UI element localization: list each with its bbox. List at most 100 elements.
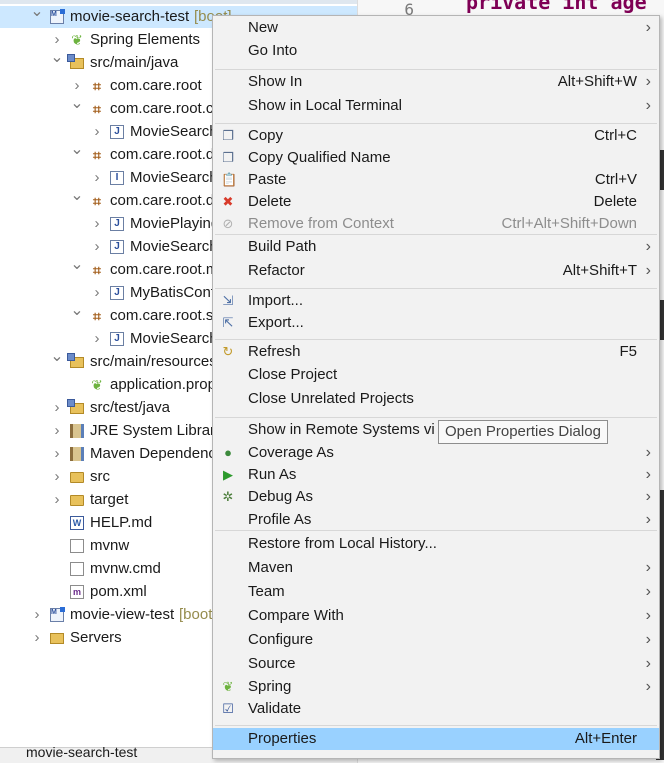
submenu-arrow-icon: › xyxy=(645,583,651,600)
coverage-icon: ● xyxy=(224,445,232,460)
chevron-down-icon[interactable]: ⌄ xyxy=(50,346,64,368)
submenu-arrow-icon: › xyxy=(645,678,651,695)
spring-icon: ❦ xyxy=(222,679,234,694)
menu-separator xyxy=(215,725,657,726)
submenu-arrow-icon: › xyxy=(645,97,651,114)
tree-item-label: src/main/resources xyxy=(90,353,217,370)
package-icon: ⌗ xyxy=(93,147,101,163)
menu-item-team[interactable]: Team › xyxy=(213,581,659,603)
menu-item-shortcut: Ctrl+Alt+Shift+Down xyxy=(501,215,637,232)
import-icon: ⇲ xyxy=(222,293,234,308)
chevron-down-icon[interactable]: ⌄ xyxy=(70,254,84,276)
menu-item-shortcut: Ctrl+V xyxy=(594,171,637,188)
menu-item-label: Paste xyxy=(248,171,287,188)
spring-project-icon: M xyxy=(50,607,65,622)
chevron-down-icon[interactable]: ⌄ xyxy=(70,93,84,115)
menu-item-delete[interactable]: ✖ Delete Delete xyxy=(213,191,659,213)
chevron-down-icon[interactable]: ⌄ xyxy=(50,47,64,69)
menu-item-coverage-as[interactable]: ● Coverage As › xyxy=(213,442,659,464)
menu-item-restore-from-local-history[interactable]: Restore from Local History... xyxy=(213,533,659,555)
source-folder-icon xyxy=(67,353,84,368)
java-interface-icon: I xyxy=(110,171,124,185)
menu-item-close-unrelated-projects[interactable]: Close Unrelated Projects xyxy=(213,388,659,410)
chevron-right-icon[interactable]: › xyxy=(30,627,44,649)
menu-item-run-as[interactable]: ▶ Run As › xyxy=(213,464,659,486)
chevron-right-icon[interactable]: › xyxy=(50,397,64,419)
submenu-arrow-icon: › xyxy=(645,631,651,648)
spring-project-icon: M xyxy=(50,9,65,24)
submenu-arrow-icon: › xyxy=(645,262,651,279)
menu-item-debug-as[interactable]: ✲ Debug As › xyxy=(213,486,659,508)
menu-item-label: Coverage As xyxy=(248,444,334,461)
validate-checkbox-icon: ☑ xyxy=(222,701,234,716)
menu-item-spring[interactable]: ❦ Spring › xyxy=(213,676,659,698)
submenu-arrow-icon: › xyxy=(645,511,651,528)
menu-item-label: Go Into xyxy=(248,42,298,59)
menu-item-remove-from-context: ⊘ Remove from Context Ctrl+Alt+Shift+Down xyxy=(213,213,659,235)
menu-item-label: Debug As xyxy=(248,488,314,505)
copy-qualified-icon: ❐ xyxy=(222,150,234,165)
tree-item-label: Spring Elements xyxy=(90,31,201,48)
folder-icon xyxy=(70,472,84,483)
tree-item-label: src xyxy=(90,468,110,485)
menu-item-compare-with[interactable]: Compare With › xyxy=(213,605,659,627)
java-file-icon: J xyxy=(110,240,124,254)
menu-item-label: Copy Qualified Name xyxy=(248,149,391,166)
context-menu: New › Go Into Show In Alt+Shift+W › Show in Lo… xyxy=(212,15,660,759)
chevron-right-icon[interactable]: › xyxy=(90,282,104,304)
chevron-down-icon[interactable]: ⌄ xyxy=(30,1,44,23)
chevron-right-icon[interactable]: › xyxy=(90,328,104,350)
menu-item-go-into[interactable]: Go Into xyxy=(213,40,659,62)
menu-item-build-path[interactable]: Build Path › xyxy=(213,236,659,258)
chevron-down-icon[interactable]: ⌄ xyxy=(70,185,84,207)
tree-item-label: Maven Dependencie xyxy=(90,445,228,462)
package-icon: ⌗ xyxy=(93,308,101,324)
refresh-icon: ↻ xyxy=(222,344,234,359)
source-folder-icon xyxy=(67,54,84,69)
menu-item-copy-qualified-name[interactable]: ❐ Copy Qualified Name xyxy=(213,147,659,169)
folder-icon xyxy=(70,495,84,506)
menu-item-import[interactable]: ⇲ Import... xyxy=(213,290,659,312)
chevron-right-icon[interactable]: › xyxy=(90,121,104,143)
code-line: private int age xyxy=(466,0,647,14)
chevron-down-icon[interactable]: ⌄ xyxy=(70,300,84,322)
menu-item-profile-as[interactable]: Profile As › xyxy=(213,509,659,531)
menu-item-show-in-local-terminal[interactable]: Show in Local Terminal › xyxy=(213,95,659,117)
menu-item-validate[interactable]: ☑ Validate xyxy=(213,698,659,720)
menu-item-show-in[interactable]: Show In Alt+Shift+W › xyxy=(213,71,659,93)
chevron-right-icon[interactable]: › xyxy=(30,604,44,626)
menu-item-configure[interactable]: Configure › xyxy=(213,629,659,651)
menu-item-refresh[interactable]: ↻ Refresh F5 xyxy=(213,341,659,363)
menu-separator xyxy=(215,417,657,418)
tree-item-label: mvnw.cmd xyxy=(90,560,161,577)
chevron-right-icon[interactable]: › xyxy=(90,167,104,189)
chevron-down-icon[interactable]: ⌄ xyxy=(70,139,84,161)
menu-item-paste[interactable]: 📋 Paste Ctrl+V xyxy=(213,169,659,191)
menu-item-new[interactable]: New › xyxy=(213,17,659,39)
menu-item-export[interactable]: ⇱ Export... xyxy=(213,312,659,334)
menu-item-shortcut: Delete xyxy=(593,193,637,210)
menu-item-source[interactable]: Source › xyxy=(213,653,659,675)
menu-item-properties[interactable]: Properties Alt+Enter xyxy=(213,728,659,750)
menu-item-refactor[interactable]: Refactor Alt+Shift+T › xyxy=(213,260,659,282)
menu-separator xyxy=(215,339,657,340)
menu-item-copy[interactable]: ❐ Copy Ctrl+C xyxy=(213,125,659,147)
chevron-right-icon[interactable]: › xyxy=(50,466,64,488)
menu-item-maven[interactable]: Maven › xyxy=(213,557,659,579)
tree-item-label: movie-search-test xyxy=(70,8,190,25)
chevron-right-icon[interactable]: › xyxy=(90,236,104,258)
chevron-right-icon[interactable]: › xyxy=(90,213,104,235)
source-folder-icon xyxy=(67,399,84,414)
menu-item-close-project[interactable]: Close Project xyxy=(213,364,659,386)
run-icon: ▶ xyxy=(223,467,233,482)
menu-item-label: Source xyxy=(248,655,296,672)
chevron-right-icon[interactable]: › xyxy=(50,420,64,442)
menu-item-label: Delete xyxy=(248,193,292,210)
java-file-icon: J xyxy=(110,332,124,346)
menu-item-shortcut: F5 xyxy=(619,343,637,360)
chevron-right-icon[interactable]: › xyxy=(50,489,64,511)
chevron-right-icon[interactable]: › xyxy=(50,443,64,465)
menu-separator xyxy=(215,123,657,124)
java-file-icon: J xyxy=(110,217,124,231)
export-icon: ⇱ xyxy=(222,315,234,330)
